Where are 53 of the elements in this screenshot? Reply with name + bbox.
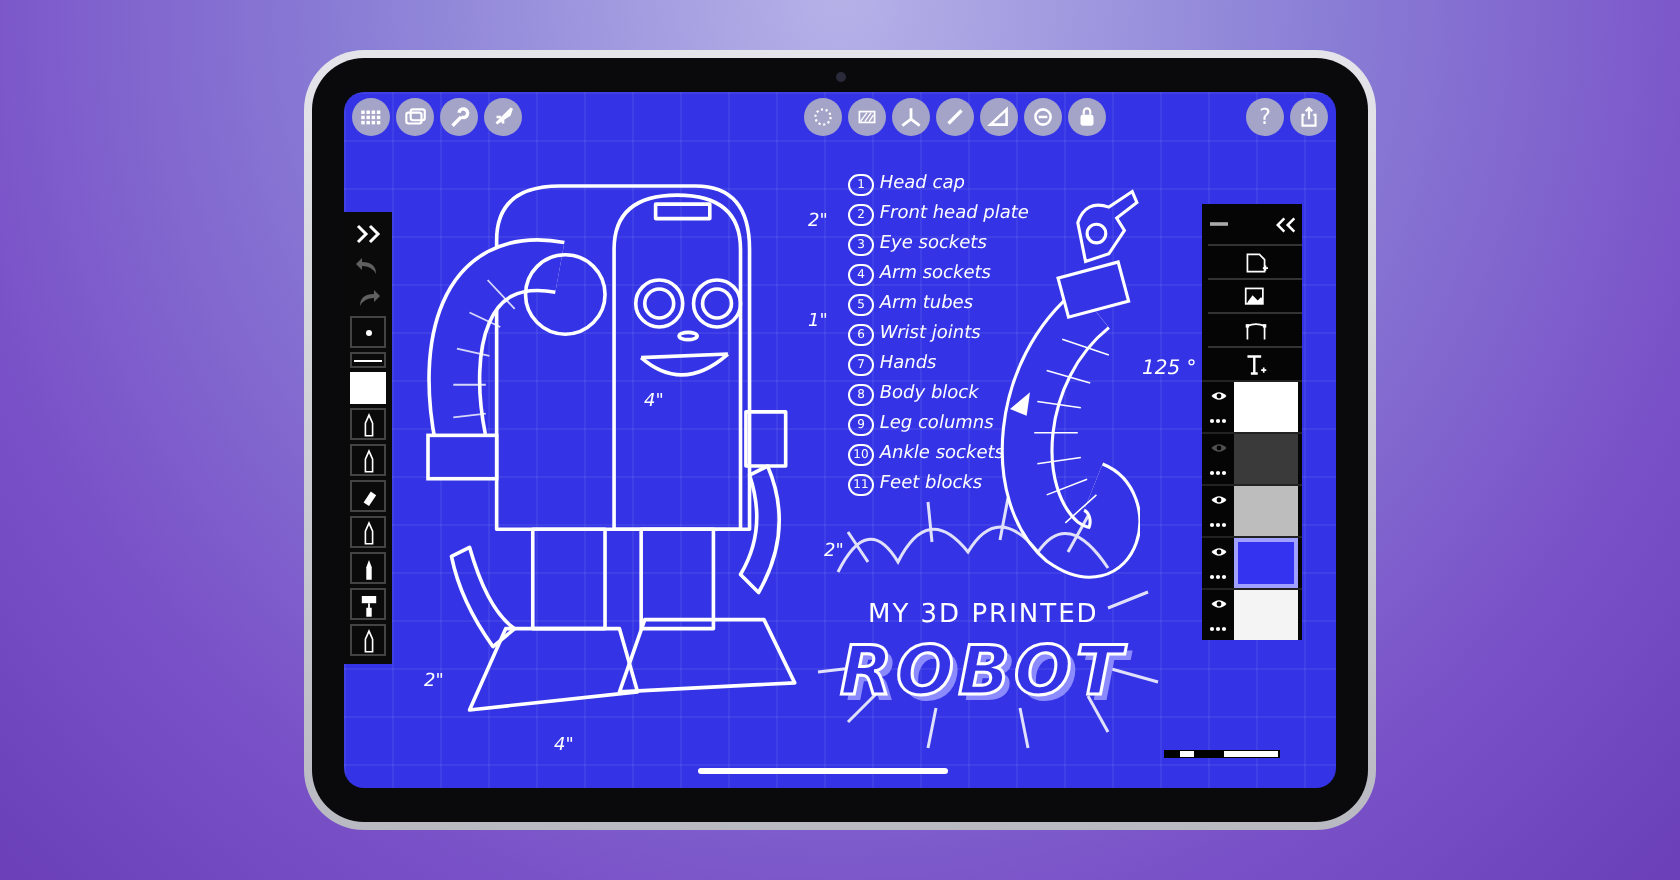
layer-thumbnail[interactable] (1234, 590, 1298, 640)
pencil-tool-icon[interactable] (350, 444, 386, 476)
double-chevron-icon[interactable] (1276, 215, 1296, 233)
dimension-label: 4" (644, 392, 664, 412)
double-chevron-icon[interactable] (354, 224, 382, 244)
transform-icon[interactable] (1208, 312, 1302, 346)
wrench-icon[interactable] (440, 98, 478, 136)
layer-thumbnail[interactable] (1234, 382, 1298, 432)
dimension-label: 2" (824, 542, 844, 562)
help-button[interactable]: ? (1246, 98, 1284, 136)
layer-thumbnail[interactable] (1234, 486, 1298, 536)
more-icon[interactable] (1208, 574, 1228, 580)
brush-size-button[interactable] (350, 316, 386, 348)
lock-icon[interactable] (1067, 98, 1105, 136)
more-icon[interactable] (1208, 626, 1228, 632)
pointer-triangle-icon (1010, 392, 1030, 416)
grid-icon[interactable] (352, 98, 390, 136)
pen-tool-icon[interactable] (350, 516, 386, 548)
triangle-ruler-icon[interactable] (979, 98, 1017, 136)
more-icon[interactable] (1208, 470, 1228, 476)
share-icon[interactable] (1290, 98, 1328, 136)
hatch-icon[interactable] (847, 98, 885, 136)
eye-icon[interactable] (1209, 546, 1227, 558)
eye-icon[interactable] (1209, 494, 1227, 506)
dotted-circle-icon[interactable] (803, 98, 841, 136)
roller-tool-icon[interactable] (350, 588, 386, 620)
minus-circle-icon[interactable] (1023, 98, 1061, 136)
dimension-label: 2" (808, 212, 828, 232)
eye-icon[interactable] (1209, 598, 1227, 610)
pencil-tool-icon[interactable] (350, 408, 386, 440)
drag-handle-icon[interactable] (1210, 222, 1228, 226)
dimension-label: 4" (554, 736, 574, 756)
layer-thumbnail[interactable] (1234, 538, 1298, 588)
dimension-label: 2" (424, 672, 444, 692)
more-icon[interactable] (1208, 418, 1228, 424)
rocket-icon[interactable] (484, 98, 522, 136)
scale-bar-icon (1164, 746, 1280, 762)
axes-icon[interactable] (891, 98, 929, 136)
add-text-icon[interactable] (1208, 346, 1302, 380)
eye-icon[interactable] (1209, 390, 1227, 402)
add-page-icon[interactable] (1208, 244, 1302, 278)
title-text: MY 3D PRINTED (868, 600, 1099, 630)
angle-label: 125 ° (1142, 358, 1197, 380)
dimension-label: 1" (808, 312, 828, 332)
camera-dot (836, 72, 846, 82)
stroke-preview-icon[interactable] (350, 352, 386, 368)
more-icon[interactable] (1208, 522, 1228, 528)
layer-thumbnail[interactable] (1234, 434, 1298, 484)
windows-icon[interactable] (396, 98, 434, 136)
color-swatch[interactable] (350, 372, 386, 404)
pencil-tool-icon[interactable] (350, 624, 386, 656)
marker-tool-icon[interactable] (350, 552, 386, 584)
eraser-tool-icon[interactable] (350, 480, 386, 512)
